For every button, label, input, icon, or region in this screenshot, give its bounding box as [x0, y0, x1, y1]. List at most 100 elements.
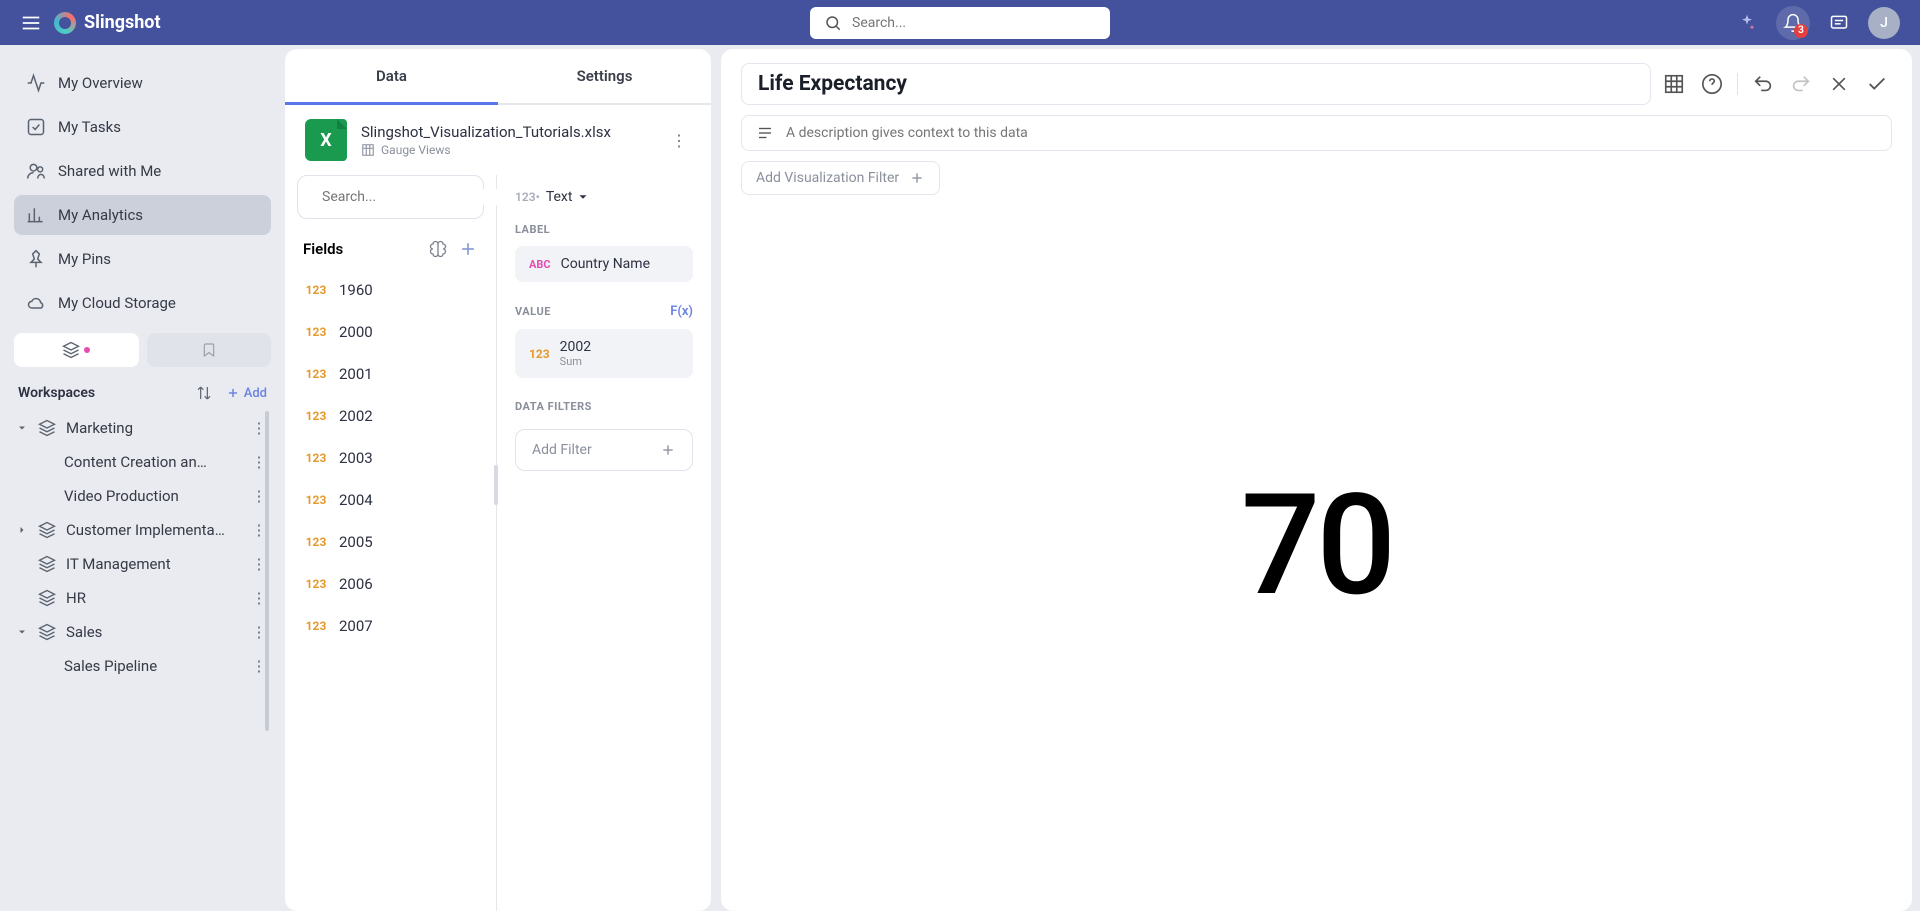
stack-icon — [38, 521, 58, 539]
logo-icon — [54, 12, 76, 34]
field-item[interactable]: 123 2004 — [285, 479, 496, 521]
redo-button[interactable] — [1786, 69, 1816, 99]
workspace-hr[interactable]: HR ⋮ — [14, 581, 271, 615]
stack-icon — [38, 555, 58, 573]
nav-label: My Analytics — [58, 206, 143, 224]
field-name: 1960 — [339, 281, 373, 299]
brain-icon[interactable] — [428, 239, 448, 259]
label-chip-text: Country Name — [561, 256, 650, 272]
viz-type-prefix: 123• — [515, 190, 540, 204]
tab-settings[interactable]: Settings — [498, 49, 711, 103]
numeric-type-tag: 123 — [303, 619, 329, 633]
numeric-type-tag: 123 — [303, 451, 329, 465]
tab-data[interactable]: Data — [285, 49, 498, 103]
cloud-icon — [26, 293, 46, 313]
value-chip-text: 2002 — [560, 339, 591, 355]
workspace-customer-implementation[interactable]: Customer Implementa… ⋮ — [14, 513, 271, 547]
bookmark-view-button[interactable] — [147, 333, 272, 367]
field-item[interactable]: 1232005 — [285, 521, 496, 563]
brand-logo[interactable]: Slingshot — [54, 12, 161, 34]
nav-shared-with-me[interactable]: Shared with Me — [14, 151, 271, 191]
field-item[interactable]: 1232006 — [285, 563, 496, 605]
stack-icon — [38, 589, 58, 607]
field-item[interactable]: 1232001 — [285, 353, 496, 395]
workspace-content-creation[interactable]: Content Creation an… ⋮ — [14, 445, 271, 479]
workspaces-header: Workspaces Add — [18, 385, 267, 401]
nav-my-pins[interactable]: My Pins — [14, 239, 271, 279]
value-chip-aggregation: Sum — [560, 355, 591, 368]
viz-description-box[interactable] — [741, 115, 1892, 151]
feedback-button[interactable] — [1822, 6, 1856, 40]
field-item[interactable]: 1232000 — [285, 311, 496, 353]
chevron-down-icon — [576, 190, 590, 204]
people-icon — [26, 161, 46, 181]
add-data-filter-button[interactable]: Add Filter — [515, 429, 693, 471]
add-workspace-button[interactable]: Add — [226, 386, 267, 401]
workspace-marketing[interactable]: Marketing ⋮ — [14, 411, 271, 445]
viz-canvas: 70 — [741, 195, 1892, 897]
hamburger-menu-button[interactable] — [20, 12, 42, 34]
plus-icon — [909, 170, 925, 186]
close-button[interactable] — [1824, 69, 1854, 99]
nav-my-analytics[interactable]: My Analytics — [14, 195, 271, 235]
field-search[interactable] — [297, 175, 484, 219]
field-item[interactable]: 1232003 — [285, 437, 496, 479]
global-search-input[interactable] — [852, 15, 1096, 31]
field-list[interactable]: 1231960 1232000 1232001 1232002 1232003 … — [285, 269, 496, 911]
field-item[interactable]: 1232007 — [285, 605, 496, 647]
datasource-sheet: Gauge Views — [361, 143, 653, 157]
field-search-input[interactable] — [322, 189, 500, 205]
workspace-video-production[interactable]: Video Production ⋮ — [14, 479, 271, 513]
grid-view-button[interactable] — [1659, 69, 1689, 99]
sort-button[interactable] — [196, 385, 212, 401]
fields-header: Fields — [285, 229, 496, 269]
workspace-sales-pipeline[interactable]: Sales Pipeline ⋮ — [14, 649, 271, 683]
workspace-label: Video Production — [64, 487, 241, 505]
workspace-sales[interactable]: Sales ⋮ — [14, 615, 271, 649]
notification-badge: 3 — [1794, 24, 1808, 38]
workspace-label: IT Management — [66, 555, 241, 573]
viz-type-selector[interactable]: 123• Text — [515, 185, 693, 205]
top-header: Slingshot 3 J — [0, 0, 1920, 45]
field-name: 2004 — [339, 491, 373, 509]
sparkle-icon[interactable] — [1730, 6, 1764, 40]
layers-view-button[interactable] — [14, 333, 139, 367]
viz-title-box[interactable]: Life Expectancy — [741, 63, 1651, 105]
sidebar-scrollbar[interactable] — [265, 411, 269, 731]
search-icon — [824, 14, 842, 32]
nav-my-cloud-storage[interactable]: My Cloud Storage — [14, 283, 271, 323]
config-scrollbar[interactable] — [494, 465, 498, 505]
workspace-it-management[interactable]: IT Management ⋮ — [14, 547, 271, 581]
viz-header: Life Expectancy — [741, 63, 1892, 105]
confirm-button[interactable] — [1862, 69, 1892, 99]
plus-icon — [660, 442, 676, 458]
add-viz-filter-button[interactable]: Add Visualization Filter — [741, 161, 940, 195]
nav-my-overview[interactable]: My Overview — [14, 63, 271, 103]
sheet-name: Gauge Views — [381, 143, 451, 157]
value-field-chip[interactable]: 123 2002 Sum — [515, 329, 693, 378]
undo-button[interactable] — [1748, 69, 1778, 99]
viz-description-input[interactable] — [786, 125, 1877, 141]
text-type-tag: ABC — [529, 258, 551, 271]
user-avatar[interactable]: J — [1868, 7, 1900, 39]
activity-icon — [26, 73, 46, 93]
notifications-button[interactable]: 3 — [1776, 6, 1810, 40]
field-item[interactable]: 1231960 — [285, 269, 496, 311]
chart-icon — [26, 205, 46, 225]
label-field-chip[interactable]: ABC Country Name — [515, 246, 693, 282]
help-button[interactable] — [1697, 69, 1727, 99]
datasource-menu-button[interactable]: ⋮ — [667, 131, 691, 150]
stack-icon — [38, 419, 58, 437]
main-layout: My Overview My Tasks Shared with Me My A… — [0, 45, 1920, 911]
fx-button[interactable]: F(x) — [670, 304, 693, 319]
field-name: 2006 — [339, 575, 373, 593]
value-section-header-row: VALUE F(x) — [515, 304, 693, 319]
numeric-type-tag: 123 — [303, 493, 329, 507]
add-field-button[interactable] — [458, 239, 478, 259]
field-name: 2000 — [339, 323, 373, 341]
field-item[interactable]: 1232002 — [285, 395, 496, 437]
checkbox-icon — [26, 117, 46, 137]
global-search[interactable] — [810, 7, 1110, 39]
nav-my-tasks[interactable]: My Tasks — [14, 107, 271, 147]
datasource-row: X Slingshot_Visualization_Tutorials.xlsx… — [285, 105, 711, 175]
